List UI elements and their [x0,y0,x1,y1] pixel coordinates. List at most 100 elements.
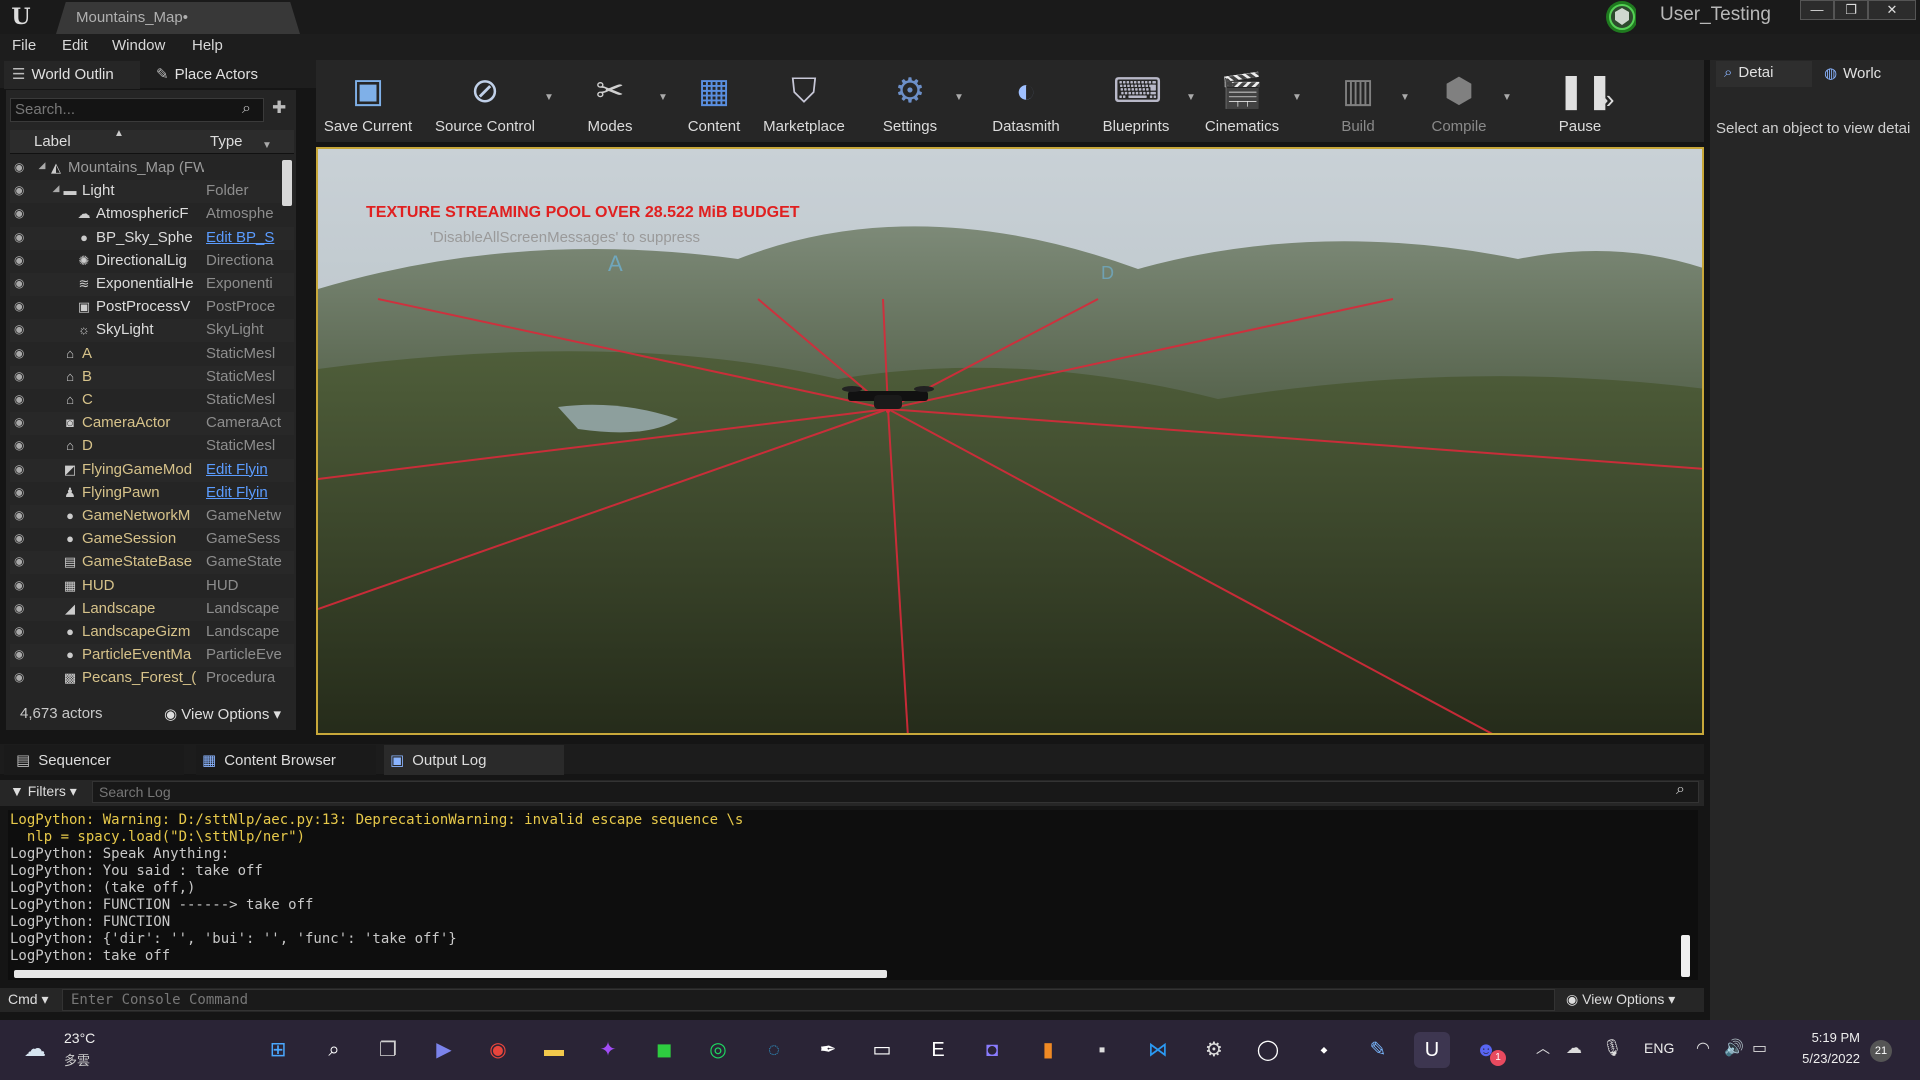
visibility-eye-icon[interactable]: ◉ [14,206,30,222]
outliner-row[interactable]: ◉ ⌂ A StaticMesl [10,343,294,366]
outliner-row[interactable]: ◉ ≋ ExponentialHe Exponenti [10,273,294,296]
outliner-row[interactable]: ◉ ☁ AtmosphericF Atmosphe [10,203,294,226]
outliner-row[interactable]: ◉ ◢ ▬ Light Folder [10,180,294,204]
tab-world-settings[interactable]: ◍ Worlc [1816,61,1912,87]
search-log-input[interactable]: Search Log [92,781,1699,803]
visibility-eye-icon[interactable]: ◉ [14,276,30,292]
column-label[interactable]: Label [34,133,71,150]
visibility-eye-icon[interactable]: ◉ [14,369,30,385]
dropdown-caret-icon[interactable]: ▼ [1292,92,1302,103]
vscode-icon[interactable]: ⋈ [1140,1032,1176,1068]
outliner-row[interactable]: ◉ ▣ PostProcessV PostProce [10,296,294,319]
battery-icon[interactable]: ▭ [1752,1038,1767,1058]
log-vertical-scrollbar[interactable] [1681,935,1690,977]
visibility-eye-icon[interactable]: ◉ [14,647,30,663]
visibility-eye-icon[interactable]: ◉ [14,392,30,408]
outliner-scrollbar[interactable] [282,160,292,206]
notepad-icon[interactable]: ✎ [1360,1032,1396,1068]
outliner-row[interactable]: ◉ ● GameNetworkM GameNetw [10,505,294,528]
visibility-eye-icon[interactable]: ◉ [14,253,30,269]
cinematics-button[interactable]: 🎬 Cinematics [1190,62,1294,144]
outliner-row[interactable]: ◉ ▩ Pecans_Forest_(Procedura [10,667,294,690]
outliner-row[interactable]: ◉ ☼ SkyLight SkyLight [10,319,294,343]
line-icon[interactable]: ◼ [646,1032,682,1068]
visibility-eye-icon[interactable]: ◉ [14,230,30,246]
tab-world-outliner[interactable]: ☰ World Outlin [4,61,140,89]
dropdown-caret-icon[interactable]: ▼ [954,92,964,103]
settings-button[interactable]: ⚙ Settings [864,62,956,144]
sublime-icon[interactable]: ▮ [1030,1032,1066,1068]
oculus-icon[interactable]: ▭ [864,1032,900,1068]
content-button[interactable]: ▦ Content [672,62,756,144]
visibility-eye-icon[interactable]: ◉ [14,299,30,315]
visibility-eye-icon[interactable]: ◉ [14,415,30,431]
terminal-icon[interactable]: ▪ [1084,1032,1120,1068]
row-type[interactable]: Edit BP_S [206,229,292,246]
epic-games-icon[interactable]: E [920,1032,956,1068]
messenger-icon[interactable]: ✦ [590,1032,626,1068]
outliner-row[interactable]: ◉ ♟ FlyingPawn Edit Flyin [10,482,294,505]
filters-dropdown[interactable]: ▼ Filters ▾ [10,783,77,800]
outliner-row[interactable]: ◉ ● GameSession GameSess [10,528,294,551]
visibility-eye-icon[interactable]: ◉ [14,531,30,547]
visibility-eye-icon[interactable]: ◉ [14,624,30,640]
outliner-row[interactable]: ◉◢◭Mountains_Map (FWorld [10,157,294,180]
tab-content-browser[interactable]: ▦ Content Browser [196,745,376,775]
menu-help[interactable]: Help [192,37,223,54]
document-tab[interactable]: Mountains_Map• [56,2,300,34]
edge-icon[interactable]: ◌ [756,1032,792,1068]
outliner-view-options[interactable]: ◉ View Options ▾ [164,705,281,723]
outliner-row[interactable]: ◉ ● BP_Sky_Sphe Edit BP_S [10,226,294,250]
save-current-button[interactable]: ▣ Save Current [322,62,414,144]
cmd-dropdown[interactable]: Cmd ▾ [8,991,48,1008]
compile-button[interactable]: ⬢ Compile [1414,62,1504,144]
tab-sequencer[interactable]: ▤ Sequencer [4,745,184,775]
file-explorer-icon[interactable]: ▬ [536,1032,572,1068]
microphone-icon[interactable]: 🎙 [1602,1038,1622,1058]
tab-place-actors[interactable]: ✎ Place Actors [156,61,306,89]
steam-icon[interactable]: ⚙ [1196,1032,1232,1068]
visibility-eye-icon[interactable]: ◉ [14,578,30,594]
wifi-icon[interactable]: ◠ [1696,1038,1710,1058]
visibility-eye-icon[interactable]: ◉ [14,601,30,617]
inkscape-icon[interactable]: ✒ [810,1032,846,1068]
clock-date[interactable]: 5/23/2022 [1790,1051,1860,1066]
row-type[interactable]: Edit Flyin [206,484,292,501]
outliner-row[interactable]: ◉ ⌂ C StaticMesl [10,389,294,412]
column-options-icon[interactable]: ▼ [262,140,272,151]
row-type[interactable]: Edit Flyin [206,461,292,478]
spotify-icon[interactable]: ◎ [700,1032,736,1068]
menu-window[interactable]: Window [112,37,165,54]
visibility-eye-icon[interactable]: ◉ [14,160,30,176]
visibility-eye-icon[interactable]: ◉ [14,322,30,338]
visibility-eye-icon[interactable]: ◉ [14,508,30,524]
outliner-row[interactable]: ◉ ● ParticleEventMa ParticleEve [10,644,294,668]
unreal-logo-icon[interactable]: U [6,3,36,31]
toolbar-overflow-icon[interactable]: » [1600,84,1614,115]
outliner-row[interactable]: ◉ ◩ FlyingGameMod Edit Flyin [10,458,294,482]
visibility-eye-icon[interactable]: ◉ [14,485,30,501]
blueprints-button[interactable]: ⌨ Blueprints [1084,62,1188,144]
outliner-row[interactable]: ◉ ⌂ B StaticMesl [10,365,294,389]
visibility-eye-icon[interactable]: ◉ [14,183,30,199]
dice-icon[interactable]: ⬩ [1306,1032,1342,1068]
teams-chat-icon[interactable]: ▶ [426,1032,462,1068]
game-pass-icon[interactable]: ◘ [974,1032,1010,1068]
outliner-row[interactable]: ◉ ◙ CameraActor CameraAct [10,412,294,436]
clock-time[interactable]: 5:19 PM [1798,1030,1860,1045]
marketplace-button[interactable]: ⛉ Marketplace [750,62,858,144]
add-filter-icon[interactable]: ✚ [272,98,286,118]
input-language[interactable]: ENG [1644,1040,1674,1056]
tray-overflow-icon[interactable]: ︿ [1536,1038,1550,1058]
visibility-eye-icon[interactable]: ◉ [14,554,30,570]
console-command-input[interactable]: Enter Console Command [62,989,1555,1011]
outliner-search-input[interactable]: Search... [10,98,264,122]
tab-details[interactable]: ⌕ Detai [1716,61,1812,87]
dropdown-caret-icon[interactable]: ▼ [658,92,668,103]
outliner-row[interactable]: ◉ ● LandscapeGizm Landscape [10,621,294,644]
menu-edit[interactable]: Edit [62,37,88,54]
windows-start-icon[interactable]: ⊞ [260,1032,296,1068]
tab-output-log[interactable]: ▣ Output Log [384,745,564,775]
notification-count[interactable]: 21 [1870,1040,1892,1062]
task-view-icon[interactable]: ❐ [370,1032,406,1068]
